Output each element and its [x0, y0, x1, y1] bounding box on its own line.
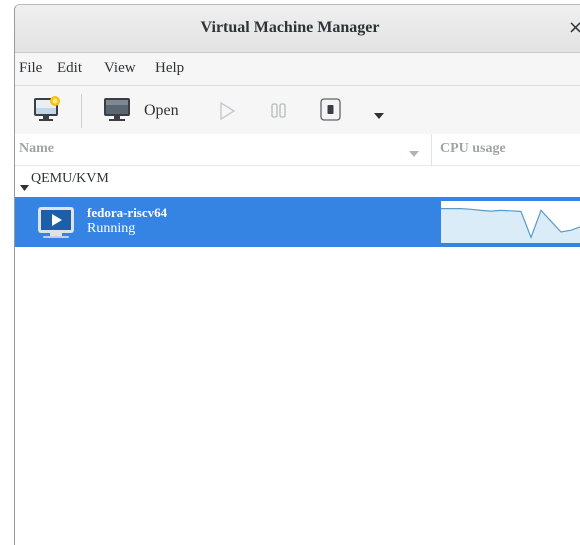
- run-button[interactable]: [219, 101, 237, 126]
- menu-bar: File Edit View Help: [15, 53, 580, 86]
- column-header-name[interactable]: Name: [19, 141, 54, 157]
- list-header: Name CPU usage: [15, 134, 580, 166]
- main-window: Virtual Machine Manager × File Edit View…: [14, 4, 580, 545]
- vm-name: fedora-riscv64: [87, 205, 168, 220]
- monitor-icon: [104, 98, 130, 121]
- dropdown-arrow-icon: [374, 113, 384, 119]
- vm-row[interactable]: fedora-riscv64 Running: [15, 197, 580, 247]
- connection-label: QEMU/KVM: [31, 171, 109, 186]
- column-header-cpu[interactable]: CPU usage: [440, 141, 506, 157]
- toolbar-separator: [81, 94, 82, 128]
- pause-icon: [271, 103, 286, 118]
- vm-running-icon: [37, 203, 75, 246]
- sort-arrow-icon[interactable]: [409, 144, 419, 162]
- new-vm-button[interactable]: [33, 96, 63, 129]
- pause-button[interactable]: [270, 103, 288, 124]
- toolbar: Open: [15, 86, 580, 134]
- shutdown-icon: [320, 98, 341, 121]
- connection-row[interactable]: QEMU/KVM: [15, 167, 580, 195]
- shutdown-menu-button[interactable]: [373, 107, 385, 125]
- menu-help[interactable]: Help: [155, 60, 184, 77]
- vm-status: Running: [87, 221, 136, 236]
- window-title: Virtual Machine Manager: [200, 19, 380, 36]
- menu-file[interactable]: File: [19, 60, 42, 77]
- close-icon[interactable]: ×: [568, 17, 580, 38]
- new-vm-icon: [34, 96, 60, 121]
- open-label[interactable]: Open: [144, 102, 179, 120]
- cpu-usage-graph: [441, 201, 580, 243]
- title-bar[interactable]: Virtual Machine Manager ×: [15, 5, 580, 53]
- shutdown-button[interactable]: [320, 98, 342, 127]
- menu-edit[interactable]: Edit: [57, 60, 82, 77]
- play-icon: [220, 101, 236, 121]
- menu-view[interactable]: View: [104, 60, 136, 77]
- open-button[interactable]: [103, 97, 133, 128]
- column-divider[interactable]: [431, 134, 432, 165]
- expander-arrow-icon[interactable]: [20, 178, 29, 196]
